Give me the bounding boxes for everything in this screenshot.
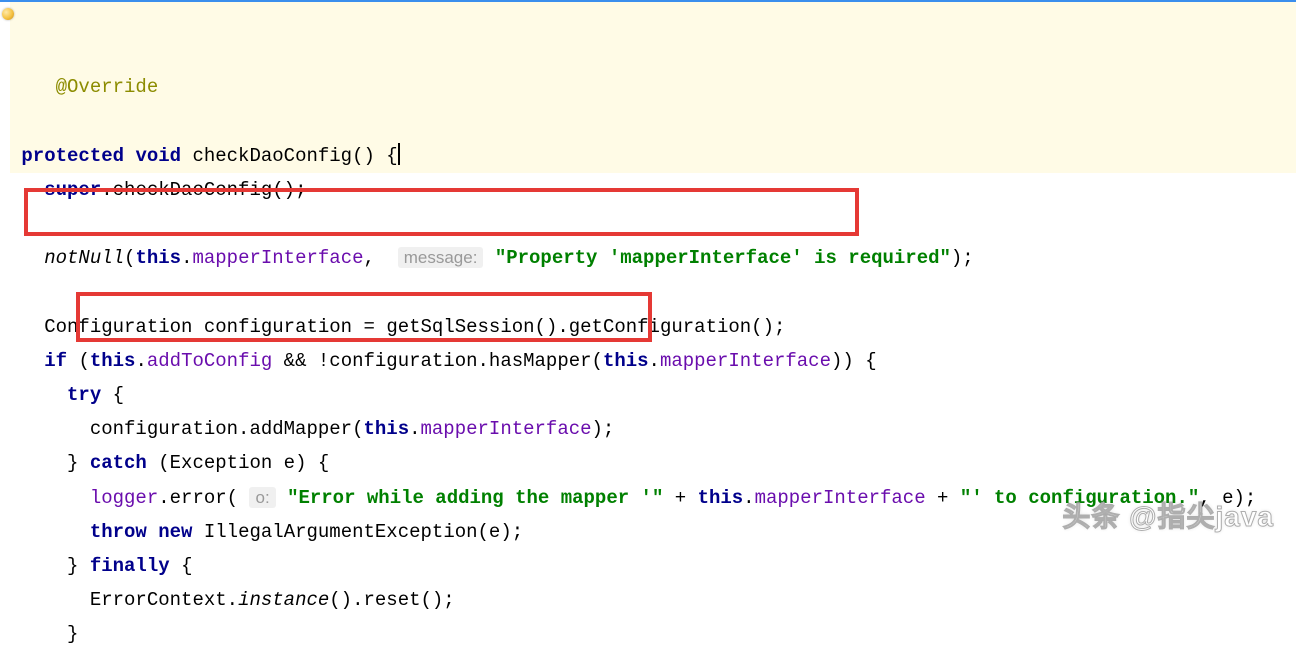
field-ref: mapperInterface [421,418,592,440]
text: .error( [158,487,238,509]
code-line: protected void checkDaoConfig() { [10,139,1296,173]
inlay-hint: message: [398,247,484,268]
text: { [181,555,192,577]
text: } [67,623,78,645]
code-line: ErrorContext.instance().reset(); [10,583,1296,617]
text: . [743,487,754,509]
keyword-this: this [698,487,744,509]
code-editor[interactable]: @Override protected void checkDaoConfig(… [0,2,1296,652]
watermark-text: 头条 @指尖java [1062,492,1274,542]
method-name: checkDaoConfig [192,145,352,167]
type-name: Configuration [44,316,192,338]
inlay-hint: o: [249,487,275,508]
text: . [649,350,660,372]
text: , [364,247,398,269]
keyword-this: this [90,350,136,372]
code-line: } finally { [10,549,1296,583]
text: + [926,487,960,509]
code-line-blank [10,207,1296,241]
text: )) { [831,350,877,372]
text: } [67,555,90,577]
annotation-override: @Override [56,76,159,98]
code-line: try { [10,378,1296,412]
field-ref: mapperInterface [755,487,926,509]
text: = [364,316,387,338]
text: { [113,384,124,406]
keyword-protected: protected [21,145,124,167]
method-call: instance [238,589,329,611]
text: ( [78,350,89,372]
code-line: super.checkDaoConfig(); [10,173,1296,207]
keyword-this: this [603,350,649,372]
keyword-this: this [363,418,409,440]
text: () { [352,145,398,167]
text-cursor [398,143,400,165]
field-ref: mapperInterface [660,350,831,372]
code-line: configuration.addMapper(this.mapperInter… [10,412,1296,446]
keyword-finally: finally [90,555,170,577]
class-ref: ErrorContext. [90,589,238,611]
code-line: Configuration configuration = getSqlSess… [10,310,1296,344]
keyword-if: if [44,350,67,372]
keyword-try: try [67,384,101,406]
code-line: } catch (Exception e) { [10,446,1296,480]
keyword-throw: throw [90,521,147,543]
text: ().reset(); [329,589,454,611]
code-line-blank [10,276,1296,310]
field-ref: addToConfig [147,350,272,372]
keyword-this: this [135,247,181,269]
field-ref: logger [90,487,158,509]
field-ref: mapperInterface [192,247,363,269]
code-line: if (this.addToConfig && !configuration.h… [10,344,1296,378]
keyword-catch: catch [90,452,147,474]
text: . [181,247,192,269]
method-call: notNull [44,247,124,269]
string-literal: "Property 'mapperInterface' is required" [495,247,951,269]
method-call: configuration.addMapper( [90,418,364,440]
text: ( [124,247,135,269]
text: . [135,350,146,372]
code-line: @Override [10,2,1296,139]
keyword-void: void [135,145,181,167]
text: && !configuration.hasMapper( [272,350,603,372]
code-line: } [10,617,1296,651]
text: + [663,487,697,509]
text: . [409,418,420,440]
text: } [67,452,90,474]
string-text: "Property 'mapperInterface' is required" [495,247,951,269]
string-literal: "Error while adding the mapper '" [287,487,663,509]
keyword-new: new [158,521,192,543]
text: .checkDaoConfig(); [101,179,306,201]
text: ); [592,418,615,440]
var-name: configuration [204,316,352,338]
override-gutter-icon[interactable] [2,8,14,20]
keyword-super: super [44,179,101,201]
exception-name: IllegalArgumentException(e); [204,521,523,543]
code-line: notNull(this.mapperInterface, message: "… [10,241,1296,275]
text: (Exception e) { [158,452,329,474]
method-call: getSqlSession().getConfiguration(); [386,316,785,338]
text: ); [951,247,974,269]
